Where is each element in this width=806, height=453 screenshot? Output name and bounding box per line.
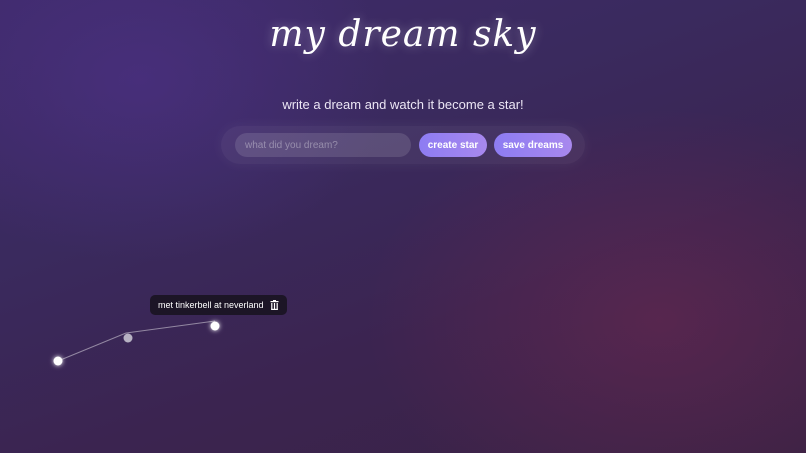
constellation-line [57,320,216,362]
star-tooltip: met tinkerbell at neverland [150,295,287,315]
tooltip-text: met tinkerbell at neverland [158,300,264,310]
star[interactable] [210,321,220,331]
dream-sky-canvas [53,320,220,366]
star[interactable] [123,333,133,343]
trash-icon[interactable] [270,300,279,310]
star[interactable] [53,356,63,366]
